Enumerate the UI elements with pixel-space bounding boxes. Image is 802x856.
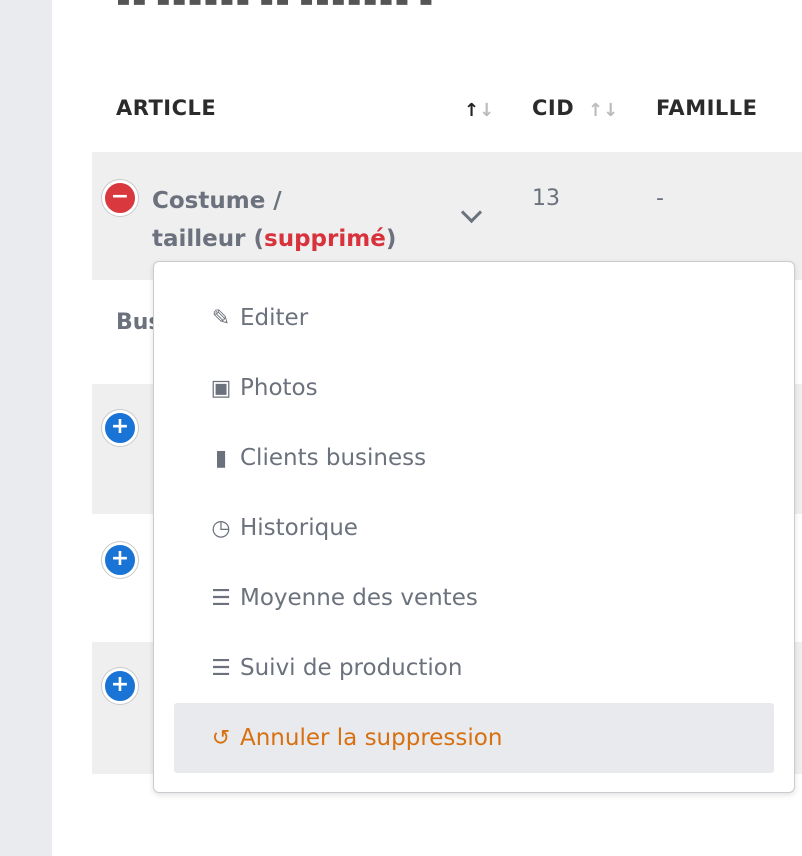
header-article: ARTICLE	[116, 96, 217, 120]
sort-article-icon[interactable]: ↑↓	[464, 100, 494, 121]
add-icon[interactable]: +	[102, 542, 138, 578]
edit-icon: ✎	[211, 305, 231, 331]
article-name: Costume / tailleur (supprimé)	[152, 188, 397, 252]
header-famille: FAMILLE	[656, 96, 758, 120]
list-icon: ☰	[211, 655, 231, 681]
photos-icon: ▣	[210, 375, 232, 401]
header-cid: CID	[532, 96, 575, 120]
menu-item-historique[interactable]: ◷ Historique	[174, 493, 774, 563]
add-icon[interactable]: +	[102, 410, 138, 446]
famille-value: -	[656, 186, 664, 211]
menu-item-editer[interactable]: ✎ Editer	[174, 283, 774, 353]
list-icon: ☰	[211, 585, 231, 611]
remove-icon[interactable]: −	[102, 180, 138, 216]
menu-item-suivi-de-production[interactable]: ☰ Suivi de production	[174, 633, 774, 703]
menu-item-moyenne-des-ventes[interactable]: ☰ Moyenne des ventes	[174, 563, 774, 633]
truncated-top-text: ▪▪ ▪▪▪▪▪▪ ▪▪ ▪▪▪▪▪▪▪ ▪	[116, 0, 434, 11]
sort-cid-icon[interactable]: ↑↓	[588, 100, 618, 121]
menu-item-photos[interactable]: ▣ Photos	[174, 353, 774, 423]
deleted-label: supprimé	[264, 226, 386, 252]
undo-icon: ↺	[211, 725, 231, 751]
menu-item-clients-business[interactable]: ▮ Clients business	[174, 423, 774, 493]
briefcase-icon: ▮	[214, 445, 228, 471]
context-menu: ✎ Editer ▣ Photos ▮ Clients business ◷ H…	[153, 261, 795, 793]
cid-value: 13	[532, 186, 560, 211]
add-icon[interactable]: +	[102, 668, 138, 704]
clock-icon: ◷	[211, 515, 231, 541]
menu-item-annuler-la-suppression[interactable]: ↺ Annuler la suppression	[174, 703, 774, 773]
